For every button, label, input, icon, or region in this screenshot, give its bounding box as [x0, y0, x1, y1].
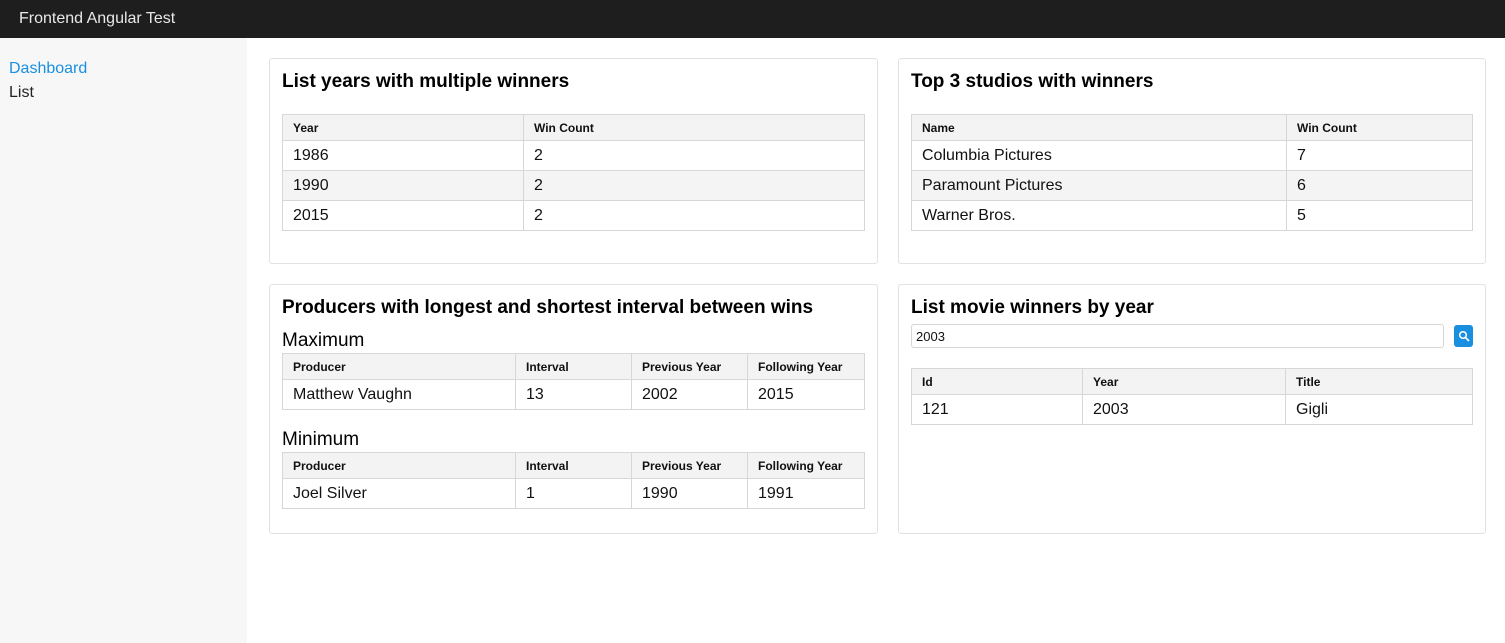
column-header-previous-year: Previous Year [631, 452, 748, 479]
cell-name: Columbia Pictures [911, 140, 1287, 171]
cell-producer: Joel Silver [282, 478, 516, 509]
table-header-row: Name Win Count [911, 114, 1473, 141]
table-header-row: Id Year Title [911, 368, 1473, 395]
cell-year: 2003 [1082, 394, 1286, 425]
search-button[interactable] [1454, 325, 1473, 347]
cell-title: Gigli [1285, 394, 1473, 425]
winners-by-year-table: Id Year Title 121 2003 Gigli [911, 368, 1473, 425]
table-row: Matthew Vaughn 13 2002 2015 [282, 379, 865, 410]
cell-win-count: 7 [1286, 140, 1473, 171]
maximum-heading: Maximum [282, 330, 365, 351]
top-studios-card: Top 3 studios with winners Name Win Coun… [898, 58, 1486, 264]
table-row: 121 2003 Gigli [911, 394, 1473, 425]
cell-win-count: 6 [1286, 170, 1473, 201]
table-row: Paramount Pictures 6 [911, 170, 1473, 201]
cell-win-count: 2 [523, 140, 865, 171]
cell-year: 1986 [282, 140, 524, 171]
table-header-row: Producer Interval Previous Year Followin… [282, 452, 865, 479]
multiple-winners-table: Year Win Count 1986 2 1990 2 2015 2 [282, 114, 865, 231]
table-row: Columbia Pictures 7 [911, 140, 1473, 171]
column-header-year: Year [1082, 368, 1286, 395]
cell-year: 1990 [282, 170, 524, 201]
column-header-name: Name [911, 114, 1287, 141]
cell-producer: Matthew Vaughn [282, 379, 516, 410]
cell-win-count: 2 [523, 200, 865, 231]
multiple-winners-card: List years with multiple winners Year Wi… [269, 58, 878, 264]
cell-name: Paramount Pictures [911, 170, 1287, 201]
minimum-interval-table: Producer Interval Previous Year Followin… [282, 452, 865, 509]
column-header-win-count: Win Count [1286, 114, 1473, 141]
column-header-id: Id [911, 368, 1083, 395]
column-header-producer: Producer [282, 353, 516, 380]
cell-interval: 13 [515, 379, 632, 410]
search-row [911, 324, 1473, 348]
column-header-following-year: Following Year [747, 452, 865, 479]
top-studios-table: Name Win Count Columbia Pictures 7 Param… [911, 114, 1473, 231]
sidebar: Dashboard List [0, 38, 247, 643]
cell-following-year: 2015 [747, 379, 865, 410]
column-header-previous-year: Previous Year [631, 353, 748, 380]
table-row: 1990 2 [282, 170, 865, 201]
table-row: 1986 2 [282, 140, 865, 171]
table-row: Warner Bros. 5 [911, 200, 1473, 231]
column-header-year: Year [282, 114, 524, 141]
cell-id: 121 [911, 394, 1083, 425]
cell-year: 2015 [282, 200, 524, 231]
column-header-title: Title [1285, 368, 1473, 395]
maximum-interval-table: Producer Interval Previous Year Followin… [282, 353, 865, 410]
cell-interval: 1 [515, 478, 632, 509]
search-icon [1458, 330, 1469, 342]
top-bar: Frontend Angular Test [0, 0, 1505, 38]
cell-win-count: 5 [1286, 200, 1473, 231]
minimum-heading: Minimum [282, 429, 360, 450]
app-title: Frontend Angular Test [19, 10, 176, 27]
sidebar-item-dashboard[interactable]: Dashboard [9, 57, 247, 81]
card-title: List movie winners by year [911, 297, 1154, 318]
column-header-interval: Interval [515, 353, 632, 380]
cell-previous-year: 2002 [631, 379, 748, 410]
table-header-row: Year Win Count [282, 114, 865, 141]
cell-previous-year: 1990 [631, 478, 748, 509]
card-title: Producers with longest and shortest inte… [282, 297, 814, 318]
cell-following-year: 1991 [747, 478, 865, 509]
column-header-interval: Interval [515, 452, 632, 479]
year-search-input[interactable] [911, 324, 1444, 348]
column-header-win-count: Win Count [523, 114, 865, 141]
cell-name: Warner Bros. [911, 200, 1287, 231]
table-header-row: Producer Interval Previous Year Followin… [282, 353, 865, 380]
column-header-following-year: Following Year [747, 353, 865, 380]
sidebar-item-list[interactable]: List [9, 81, 247, 105]
column-header-producer: Producer [282, 452, 516, 479]
table-row: 2015 2 [282, 200, 865, 231]
winners-by-year-card: List movie winners by year Id Year Title… [898, 284, 1486, 534]
table-row: Joel Silver 1 1990 1991 [282, 478, 865, 509]
producers-interval-card: Producers with longest and shortest inte… [269, 284, 878, 534]
cell-win-count: 2 [523, 170, 865, 201]
card-title: List years with multiple winners [282, 71, 570, 92]
card-title: Top 3 studios with winners [911, 71, 1154, 92]
